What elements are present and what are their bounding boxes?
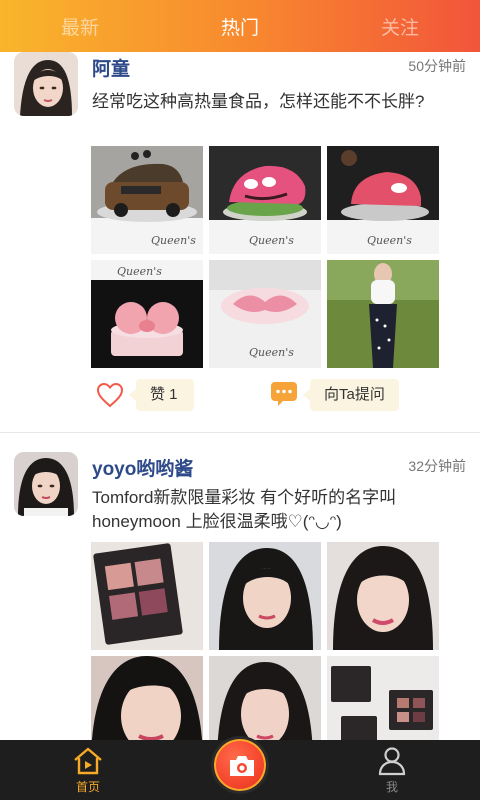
photo-thumbnail[interactable]: Queen's [209,146,321,254]
avatar[interactable] [14,52,78,116]
photo-thumbnail[interactable]: Queen's [209,260,321,368]
nav-me-label: 我 [385,780,398,794]
tab-latest[interactable]: 最新 [0,13,160,40]
svg-text:Queen's: Queen's [249,234,294,247]
tab-following[interactable]: 关注 [320,13,480,40]
nav-home[interactable]: 首页 [48,746,128,795]
avatar[interactable] [14,452,78,516]
top-tab-bar: 最新 热门 关注 [0,0,480,52]
divider [0,432,480,433]
post-text: 经常吃这种高热量食品，怎样还能不不长胖? [92,92,425,111]
photo-thumbnail[interactable] [327,542,439,650]
photo-thumbnail[interactable]: Queen's [91,260,203,368]
heart-icon[interactable] [96,382,124,408]
post-text: Tomford新款限量彩妆 有个好听的名字叫honeymoon 上脸很温柔哦♡(… [92,488,397,531]
photo-thumbnail[interactable]: Queen's [91,146,203,254]
nav-me[interactable]: 我 [352,746,432,795]
photo-thumbnail[interactable] [91,656,203,740]
photo-thumbnail[interactable] [327,656,439,740]
photo-thumbnail[interactable] [209,656,321,740]
photo-thumbnail[interactable] [209,542,321,650]
like-button[interactable]: 赞 1 [129,379,194,411]
camera-button[interactable] [211,736,269,794]
chat-bubble-icon[interactable] [270,381,298,407]
post-actions: 赞 1 向Ta提问 [0,378,480,418]
svg-text:Queen's: Queen's [151,234,196,247]
post-time: 50分钟前 [408,58,466,74]
tab-hot[interactable]: 热门 [160,13,320,40]
camera-icon [230,756,254,776]
photo-thumbnail[interactable]: Queen's [327,146,439,254]
nav-home-label: 首页 [75,780,100,794]
user-icon [378,747,406,776]
username[interactable]: 阿童 [92,54,130,81]
svg-text:Queen's: Queen's [367,234,412,247]
svg-text:Queen's: Queen's [117,265,162,278]
svg-text:Queen's: Queen's [249,346,294,359]
photo-thumbnail[interactable] [91,542,203,650]
ask-button[interactable]: 向Ta提问 [303,379,399,411]
photo-thumbnail[interactable] [327,260,439,368]
home-icon [74,747,102,775]
username[interactable]: yoyo哟哟酱 [92,454,193,481]
post-time: 32分钟前 [408,458,466,474]
bottom-nav-bar: 首页 我 [0,736,480,800]
feed[interactable]: 阿童 50分钟前 经常吃这种高热量食品，怎样还能不不长胖? Queen's Qu… [0,52,480,740]
